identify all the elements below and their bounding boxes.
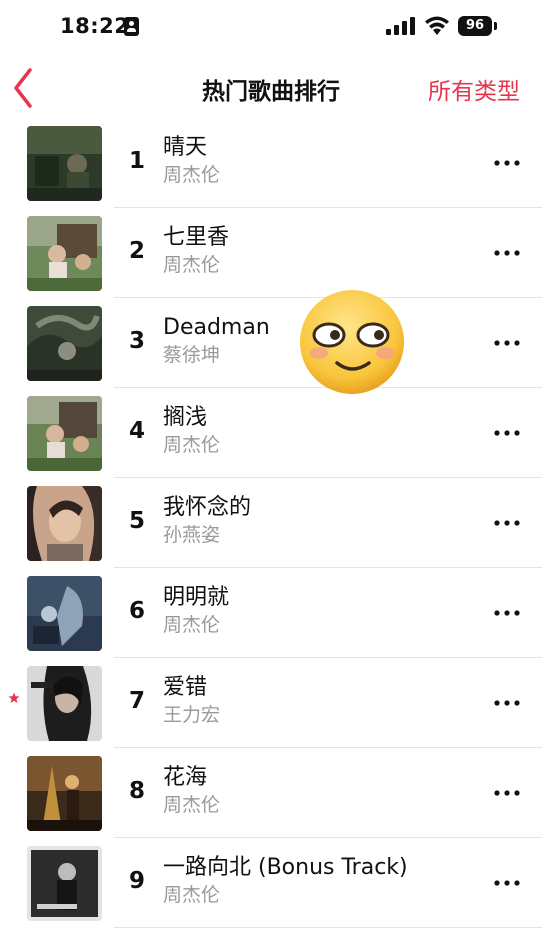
song-row[interactable]: 8 花海 周杰伦 [0,748,542,838]
status-time: 18:22 [60,14,130,38]
more-horizontal-icon [494,880,520,886]
album-art [27,576,102,651]
wifi-icon [425,16,449,35]
song-row[interactable]: 1 晴天 周杰伦 [0,118,542,208]
more-options-button[interactable] [490,418,524,448]
artist-name: 孙燕姿 [163,524,221,546]
rank-number: 9 [128,868,145,894]
more-horizontal-icon [494,160,520,166]
song-title: 搁浅 [163,405,208,430]
song-row[interactable]: 3 Deadman 蔡徐坤 [0,298,542,388]
song-info: 爱错 王力宏 [163,674,462,728]
rank-number: 4 [128,418,145,444]
artist-name: 周杰伦 [163,614,221,636]
more-options-button[interactable] [490,688,524,718]
album-art [27,306,102,381]
artist-name: 周杰伦 [163,794,221,816]
nav-bar: 热门歌曲排行 所有类型 [0,60,542,116]
song-title: 我怀念的 [163,495,252,520]
song-row[interactable]: 6 明明就 周杰伦 [0,568,542,658]
cellular-signal-icon [386,17,415,35]
song-title: 晴天 [163,135,208,160]
album-art [27,666,102,741]
song-info: 我怀念的 孙燕姿 [163,494,462,548]
more-options-button[interactable] [490,868,524,898]
album-art [27,756,102,831]
song-row[interactable]: 9 一路向北 (Bonus Track) 周杰伦 [0,838,542,928]
more-options-button[interactable] [490,148,524,178]
more-horizontal-icon [494,250,520,256]
more-horizontal-icon [494,340,520,346]
artist-name: 王力宏 [163,704,221,726]
album-art [27,486,102,561]
battery-tip [494,22,497,30]
song-info: 明明就 周杰伦 [163,584,462,638]
battery-indicator: 96 [458,16,492,36]
artist-name: 周杰伦 [163,164,221,186]
rank-number: 2 [128,238,145,264]
rank-number: 5 [128,508,145,534]
album-art [27,126,102,201]
song-row[interactable]: 4 搁浅 周杰伦 [0,388,542,478]
contact-card-icon [124,17,139,36]
more-options-button[interactable] [490,238,524,268]
more-options-button[interactable] [490,778,524,808]
album-art [27,846,102,921]
rank-number: 6 [128,598,145,624]
status-bar: 18:22 96 [0,0,542,52]
more-horizontal-icon [494,790,520,796]
song-info: 搁浅 周杰伦 [163,404,462,458]
song-list: 1 晴天 周杰伦 2 七里香 周杰伦 3 Deadman 蔡徐坤 4 搁浅 周杰… [0,118,542,928]
song-info: 一路向北 (Bonus Track) 周杰伦 [163,854,462,908]
artist-name: 周杰伦 [163,884,221,906]
song-title: 明明就 [163,585,230,610]
more-horizontal-icon [494,610,520,616]
album-art [27,396,102,471]
more-horizontal-icon [494,700,520,706]
song-row[interactable]: 7 爱错 王力宏 [0,658,542,748]
star-icon [8,692,20,703]
song-info: 花海 周杰伦 [163,764,462,818]
song-info: 七里香 周杰伦 [163,224,462,278]
more-options-button[interactable] [490,328,524,358]
more-options-button[interactable] [490,598,524,628]
rank-number: 1 [128,148,145,174]
song-title: 七里香 [163,225,230,250]
artist-name: 周杰伦 [163,254,221,276]
genre-filter-button[interactable]: 所有类型 [428,72,520,106]
song-row[interactable]: 2 七里香 周杰伦 [0,208,542,298]
smiling-face-emoji [300,290,404,394]
album-art [27,216,102,291]
more-options-button[interactable] [490,508,524,538]
song-title: 一路向北 (Bonus Track) [163,855,408,880]
rank-number: 3 [128,328,145,354]
rank-number: 7 [128,688,145,714]
more-horizontal-icon [494,430,520,436]
song-title: 花海 [163,765,208,790]
song-row[interactable]: 5 我怀念的 孙燕姿 [0,478,542,568]
song-title: 爱错 [163,675,208,700]
more-horizontal-icon [494,520,520,526]
song-info: 晴天 周杰伦 [163,134,462,188]
rank-number: 8 [128,778,145,804]
artist-name: 周杰伦 [163,434,221,456]
row-divider [114,927,542,928]
